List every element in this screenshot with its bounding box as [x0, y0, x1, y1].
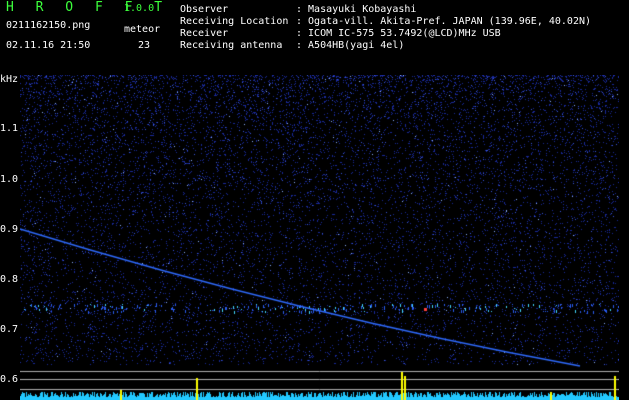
y-tick: 0.6: [0, 374, 19, 385]
capture-datetime: 02.11.16 21:50: [6, 40, 91, 51]
y-tick: 0.7: [0, 324, 19, 335]
observer-label: Observer: [180, 4, 229, 15]
receiver-label: Receiver: [180, 28, 229, 39]
y-tick: 1.0: [0, 174, 19, 185]
y-axis-unit: kHz: [0, 74, 19, 85]
y-tick: 1.1: [0, 123, 19, 134]
meteor-label: meteor: [124, 24, 161, 35]
antenna-value: : A504HB(yagi 4el): [296, 40, 405, 51]
location-value: : Ogata-vill. Akita-Pref. JAPAN (139.96E…: [296, 16, 592, 27]
app-version: 1.0.0: [124, 3, 155, 14]
header-panel: H R O F F T 1.0.0 0211162150.png meteor …: [0, 0, 629, 72]
meteor-count: 23: [138, 40, 151, 51]
observer-value: : Masayuki Kobayashi: [296, 4, 417, 15]
location-label: Receiving Location: [180, 16, 289, 27]
antenna-label: Receiving antenna: [180, 40, 283, 51]
file-name: 0211162150.png: [6, 20, 91, 31]
spectrogram-canvas: [20, 75, 619, 400]
y-tick: 0.8: [0, 274, 19, 285]
receiver-value: : ICOM IC-575 53.7492(@LCD)MHz USB: [296, 28, 501, 39]
y-tick: 0.9: [0, 224, 19, 235]
